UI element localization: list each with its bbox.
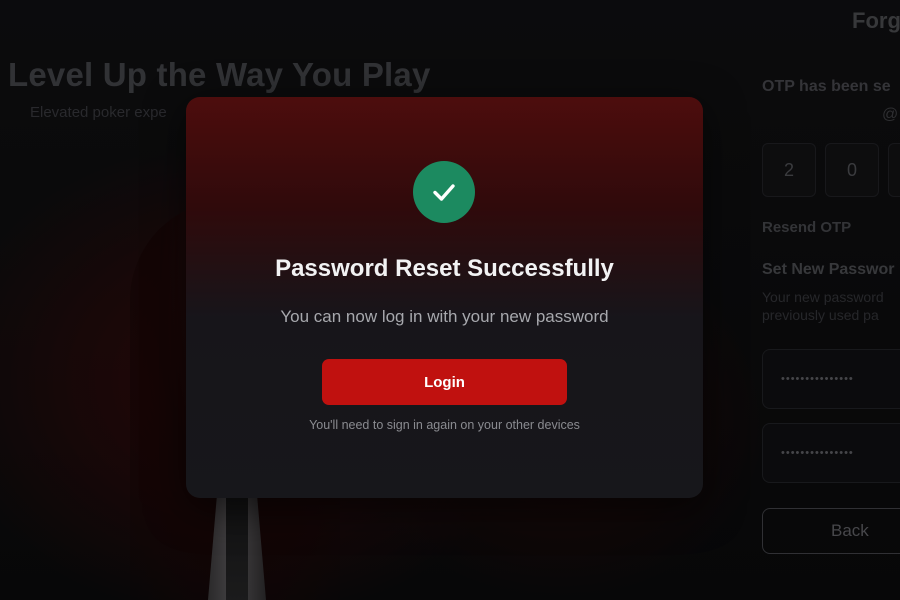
success-badge (413, 161, 475, 223)
check-icon (433, 184, 455, 201)
modal-title: Password Reset Successfully (275, 255, 614, 282)
sign-in-again-note: You'll need to sign in again on your oth… (309, 418, 580, 432)
login-button[interactable]: Login (322, 359, 567, 405)
forgot-password-page: Level Up the Way You Play Elevated poker… (0, 0, 900, 600)
password-reset-success-modal: Password Reset Successfully You can now … (186, 97, 703, 498)
modal-subtitle: You can now log in with your new passwor… (280, 307, 609, 326)
